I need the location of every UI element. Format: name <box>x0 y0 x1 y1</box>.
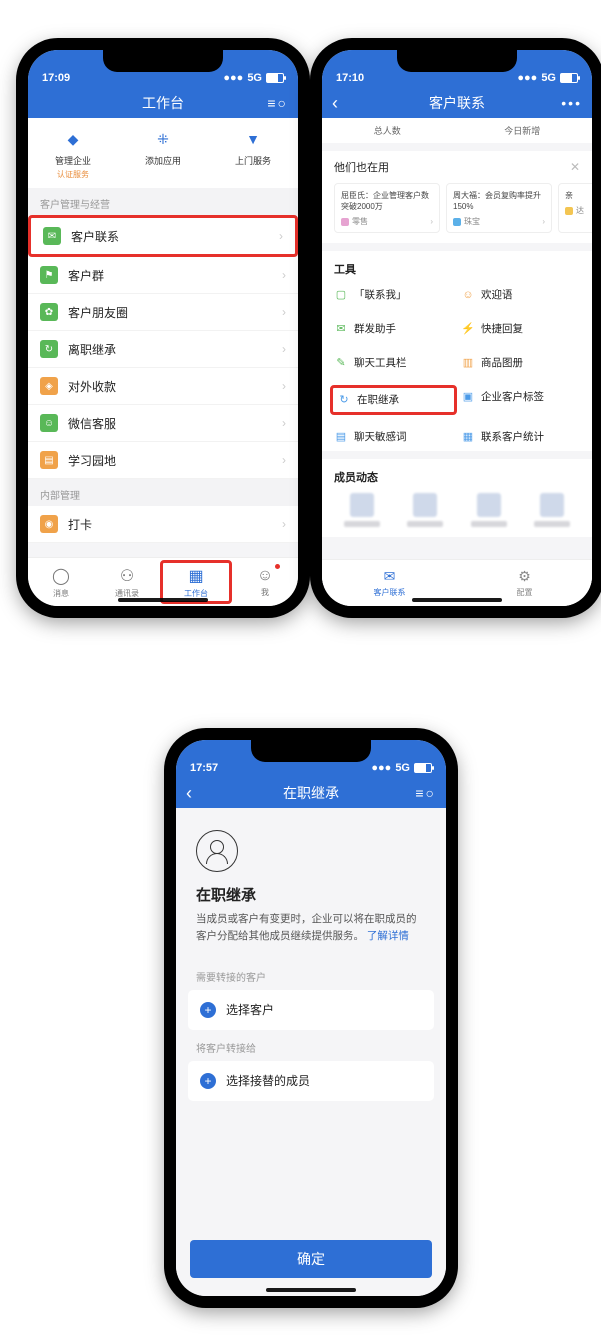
intro-heading: 在职继承 <box>196 884 426 905</box>
tool-onjob-inherit[interactable]: ↻在职继承 <box>330 385 457 415</box>
row-resign-inherit[interactable]: ↻ 离职继承› <box>28 331 298 368</box>
also-using-cards: 屈臣氏：企业管理客户数突破2000万 零售› 周大福：会员复购率提升150% 珠… <box>322 183 592 243</box>
clock: 17:57 <box>190 762 218 774</box>
tool-customer-tags[interactable]: ▣企业客户标签 <box>461 387 580 407</box>
chat-icon: ✉ <box>43 227 61 245</box>
case-card[interactable]: 周大福：会员复购率提升150% 珠宝› <box>446 183 552 233</box>
chevron-right-icon: › <box>279 229 283 243</box>
group-icon: ⚑ <box>40 266 58 284</box>
page-title: 在职继承 <box>283 783 339 803</box>
row-wechat-cs[interactable]: ☺ 微信客服› <box>28 405 298 442</box>
row-study[interactable]: ▤ 学习园地› <box>28 442 298 479</box>
member-item[interactable] <box>525 493 581 527</box>
back-icon[interactable]: ‹ <box>186 784 192 802</box>
back-icon[interactable]: ‹ <box>332 94 338 112</box>
tools-header: 工具 <box>334 261 580 277</box>
row-punch[interactable]: ◉ 打卡› <box>28 506 298 543</box>
also-using-header: 他们也在用✕ <box>322 151 592 183</box>
clock: 17:09 <box>42 72 70 84</box>
select-member-row[interactable]: + 选择接替的成员 <box>188 1061 434 1101</box>
row-customer-contact[interactable]: ✉ 客户联系› <box>28 215 298 257</box>
close-icon[interactable]: ✕ <box>570 160 580 174</box>
learn-more-link[interactable]: 了解详情 <box>367 930 409 942</box>
tool-welcome[interactable]: ☺欢迎语 <box>461 285 580 305</box>
title-bar: ‹ 客户联系 ••• <box>322 86 592 120</box>
select-customer-row[interactable]: + 选择客户 <box>188 990 434 1030</box>
tool-quick-reply[interactable]: ⚡快捷回复 <box>461 319 580 339</box>
tab-messages[interactable]: ◯消息 <box>28 558 94 606</box>
user-transfer-icon <box>196 830 238 872</box>
inherit-icon: ↻ <box>40 340 58 358</box>
case-card[interactable]: 亲 达 <box>558 183 592 233</box>
title-bar: ‹ 在职继承 ≡○ <box>176 776 446 810</box>
top-action-add-app[interactable]: ⁜ 添加应用 <box>128 128 198 180</box>
shield-icon: ◈ <box>40 377 58 395</box>
member-item[interactable] <box>334 493 390 527</box>
title-bar: 工作台 ≡○ <box>28 86 298 120</box>
tool-customer-stats[interactable]: ▦联系客户统计 <box>461 427 580 447</box>
stats-row: 总人数今日新增 <box>322 118 592 143</box>
row-collect[interactable]: ◈ 对外收款› <box>28 368 298 405</box>
top-action-service[interactable]: ▼ 上门服务 <box>218 128 288 180</box>
tool-contact-me[interactable]: ▢「联系我」 <box>334 285 453 305</box>
book-icon: ▤ <box>40 451 58 469</box>
more-icon[interactable]: ••• <box>561 95 582 111</box>
page-title: 客户联系 <box>429 93 485 113</box>
confirm-button[interactable]: 确定 <box>190 1240 432 1278</box>
plus-icon: + <box>200 1002 216 1018</box>
tool-product-album[interactable]: ▥商品图册 <box>461 353 580 373</box>
member-item[interactable] <box>461 493 517 527</box>
menu-icon[interactable]: ≡○ <box>415 785 436 801</box>
headset-icon: ☺ <box>40 414 58 432</box>
members-header: 成员动态 <box>334 469 580 485</box>
case-card[interactable]: 屈臣氏：企业管理客户数突破2000万 零售› <box>334 183 440 233</box>
tool-chat-toolbar[interactable]: ✎聊天工具栏 <box>334 353 453 373</box>
section-internal: 内部管理 <box>28 479 298 506</box>
label-need-transfer: 需要转接的客户 <box>176 959 446 990</box>
notification-badge <box>275 564 280 569</box>
section-customer-mgmt: 客户管理与经营 <box>28 188 298 215</box>
row-moments[interactable]: ✿ 客户朋友圈› <box>28 294 298 331</box>
member-item[interactable] <box>398 493 454 527</box>
row-customer-group[interactable]: ⚑ 客户群› <box>28 257 298 294</box>
tool-sensitive-words[interactable]: ▤聊天敏感词 <box>334 427 453 447</box>
moments-icon: ✿ <box>40 303 58 321</box>
top-action-manage[interactable]: ◆ 管理企业 认证服务 <box>38 128 108 180</box>
label-transfer-to: 将客户转接给 <box>176 1030 446 1061</box>
page-title: 工作台 <box>142 93 184 113</box>
clock: 17:10 <box>336 72 364 84</box>
tool-group-send[interactable]: ✉群发助手 <box>334 319 453 339</box>
intro-desc: 当成员或客户有变更时，企业可以将在职成员的客户分配给其他成员继续提供服务。 了解… <box>196 911 426 945</box>
plus-icon: + <box>200 1073 216 1089</box>
pin-icon: ◉ <box>40 515 58 533</box>
settings-icon[interactable]: ≡○ <box>267 95 288 111</box>
tab-me[interactable]: ☺我 <box>232 558 298 606</box>
